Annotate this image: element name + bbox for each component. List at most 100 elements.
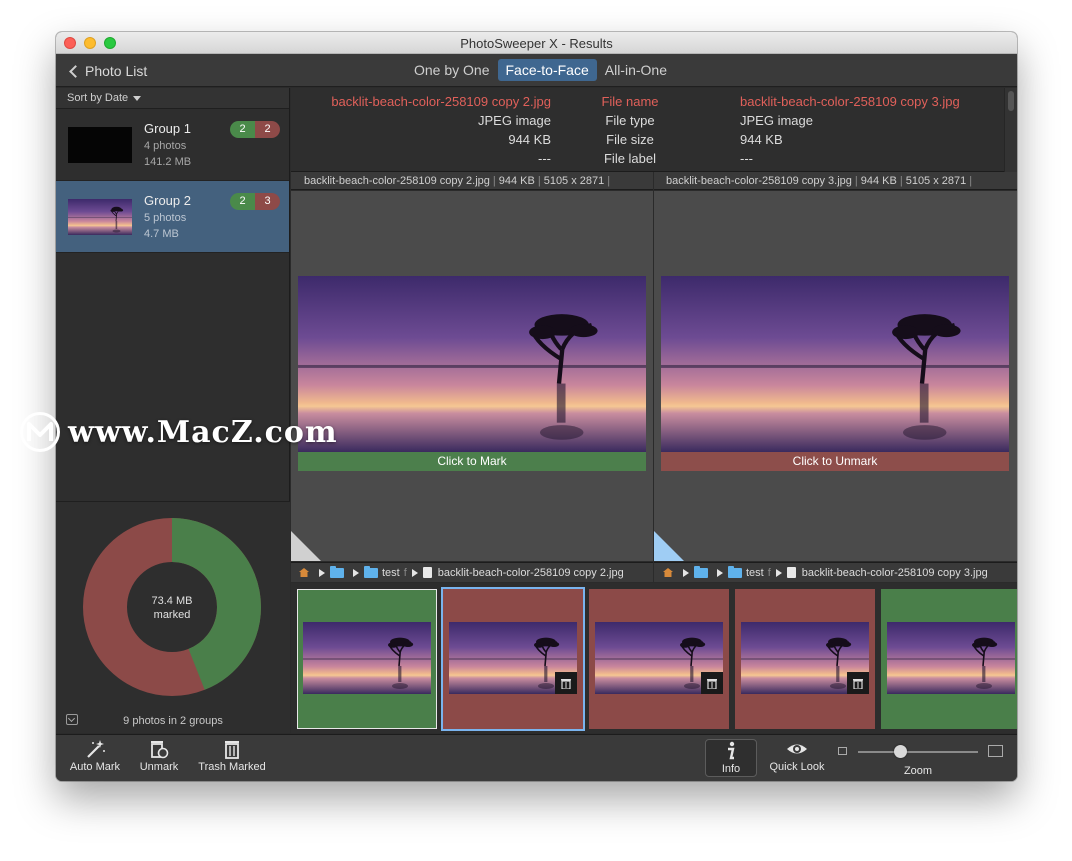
thumbnail-card[interactable] <box>297 589 437 729</box>
folder-icon <box>364 565 378 578</box>
app-window: PhotoSweeper X - Results Photo List One … <box>56 32 1017 781</box>
info-scrollbar[interactable] <box>1004 88 1017 172</box>
auto-mark-button[interactable]: Auto Mark <box>66 738 124 773</box>
left-file-size: 944 KB <box>508 132 551 147</box>
left-header-file-name: backlit-beach-color-258109 copy 2.jpg <box>304 175 490 187</box>
home-icon[interactable] <box>663 568 673 577</box>
path-file-name[interactable]: backlit-beach-color-258109 copy 3.jpg <box>802 563 988 582</box>
right-photo-pane: Click to Unmark <box>654 191 1017 561</box>
right-file-type: JPEG image <box>740 113 813 128</box>
magic-wand-icon <box>87 740 105 758</box>
folder-icon[interactable] <box>694 565 708 578</box>
click-to-mark-button[interactable]: Click to Mark <box>298 452 646 471</box>
zoom-out-icon[interactable] <box>838 747 847 755</box>
zoom-label: Zoom <box>903 765 933 777</box>
info-label: File label <box>603 151 657 166</box>
sort-label: Sort by Date <box>67 92 129 104</box>
quick-look-button[interactable]: Quick Look <box>764 738 830 773</box>
info-label: File size <box>606 132 654 147</box>
file-icon <box>422 567 432 578</box>
path-file-name[interactable]: backlit-beach-color-258109 copy 2.jpg <box>438 563 624 582</box>
auto-mark-label: Auto Mark <box>69 761 121 773</box>
left-file-label: --- <box>538 151 551 166</box>
info-toggle-button[interactable]: Info <box>705 739 757 777</box>
trash-marked-indicator <box>701 672 723 694</box>
unmark-button[interactable]: Unmark <box>134 738 184 773</box>
watermark-text: www.MacZ.com <box>68 414 338 450</box>
path-arrow-icon <box>775 568 782 577</box>
home-icon[interactable] <box>299 568 309 577</box>
path-arrow-icon <box>353 568 359 577</box>
path-folder-name[interactable]: test <box>746 563 764 582</box>
marked-count-badge: 3 <box>255 193 280 210</box>
thumbnail-card[interactable] <box>443 589 583 729</box>
group-badges: 2 3 <box>230 193 280 210</box>
comparison-info-panel: backlit-beach-color-258109 copy 2.jpg Fi… <box>291 88 1017 172</box>
marked-summary-panel: 73.4 MB marked 9 photos in 2 groups <box>56 501 290 733</box>
group-thumbnail <box>68 127 132 163</box>
right-file-label: --- <box>740 151 753 166</box>
tab-all-in-one[interactable]: All-in-One <box>597 59 675 81</box>
info-row-file-name: backlit-beach-color-258109 copy 2.jpg Fi… <box>291 94 1004 113</box>
click-to-unmark-button[interactable]: Click to Unmark <box>661 452 1009 471</box>
trash-marked-indicator <box>847 672 869 694</box>
path-folder-name[interactable]: test <box>382 563 400 582</box>
path-arrow-icon <box>717 568 723 577</box>
left-photo-pane: Click to Mark <box>291 191 653 561</box>
thumbnail-image <box>887 622 1015 694</box>
left-file-type: JPEG image <box>478 113 551 128</box>
right-file-size: 944 KB <box>740 132 783 147</box>
thumbnail-card[interactable] <box>881 589 1017 729</box>
tab-face-to-face[interactable]: Face-to-Face <box>497 59 597 81</box>
donut-center-text: 73.4 MB marked <box>122 594 222 622</box>
folder-icon[interactable] <box>330 565 344 578</box>
right-header-file-name: backlit-beach-color-258109 copy 3.jpg <box>666 175 852 187</box>
thumbnail-image <box>303 622 431 694</box>
zoom-in-icon[interactable] <box>988 745 1003 757</box>
keep-count-badge: 2 <box>230 121 255 138</box>
toolbar: Photo List One by One Face-to-Face All-i… <box>56 54 1017 87</box>
info-label: Info <box>721 763 741 775</box>
unmark-trash-icon <box>151 741 169 759</box>
groups-sidebar: Sort by Date Group 1 4 photos 141.2 MB 2… <box>56 88 290 733</box>
back-button-label: Photo List <box>85 63 148 79</box>
zoom-slider-knob[interactable] <box>894 745 907 758</box>
group-row[interactable]: Group 1 4 photos 141.2 MB 2 2 <box>56 109 289 181</box>
info-row-file-type: JPEG image File type JPEG image <box>291 113 1004 132</box>
sort-dropdown[interactable]: Sort by Date <box>56 88 289 109</box>
right-photo-preview[interactable] <box>661 276 1009 452</box>
group-badges: 2 2 <box>230 121 280 138</box>
photo-list-back-button[interactable]: Photo List <box>68 61 147 81</box>
thumbnail-card[interactable] <box>589 589 729 729</box>
trash-icon <box>225 741 239 759</box>
trash-icon <box>561 679 571 689</box>
macz-logo-icon <box>20 412 60 452</box>
group-title: Group 1 <box>144 121 191 136</box>
info-label: File name <box>601 94 659 109</box>
thumbnail-card[interactable] <box>735 589 875 729</box>
group-title: Group 2 <box>144 193 191 208</box>
collapse-toggle-icon[interactable] <box>66 714 78 725</box>
group-thumbnail <box>68 199 132 235</box>
info-row-file-label: --- File label --- <box>291 151 1004 170</box>
unmark-label: Unmark <box>139 761 179 773</box>
path-arrow-icon <box>683 568 689 577</box>
zoom-slider-track[interactable] <box>858 751 978 753</box>
donut-marked-size: 73.4 MB <box>151 595 193 607</box>
left-file-name: backlit-beach-color-258109 copy 2.jpg <box>331 94 551 109</box>
bottom-toolbar: Auto Mark Unmark Trash Marked Info Quick… <box>56 734 1017 781</box>
path-arrow-icon <box>319 568 325 577</box>
marked-count-badge: 2 <box>255 121 280 138</box>
info-row-file-size: 944 KB File size 944 KB <box>291 132 1004 151</box>
group-thumbnail-strip <box>291 583 1017 733</box>
group-row[interactable]: Group 2 5 photos 4.7 MB 2 3 <box>56 181 289 253</box>
quick-look-label: Quick Look <box>769 761 825 773</box>
left-photo-preview[interactable] <box>298 276 646 452</box>
title-bar: PhotoSweeper X - Results <box>56 32 1017 54</box>
caret-down-icon <box>133 95 142 101</box>
group-photo-count: 4 photos <box>144 140 187 152</box>
right-pane-header: backlit-beach-color-258109 copy 3.jpg | 94… <box>654 172 1017 190</box>
left-header-dimensions: 5105 x 2871 <box>543 175 605 187</box>
tab-one-by-one[interactable]: One by One <box>406 59 498 81</box>
trash-marked-button[interactable]: Trash Marked <box>194 738 270 773</box>
